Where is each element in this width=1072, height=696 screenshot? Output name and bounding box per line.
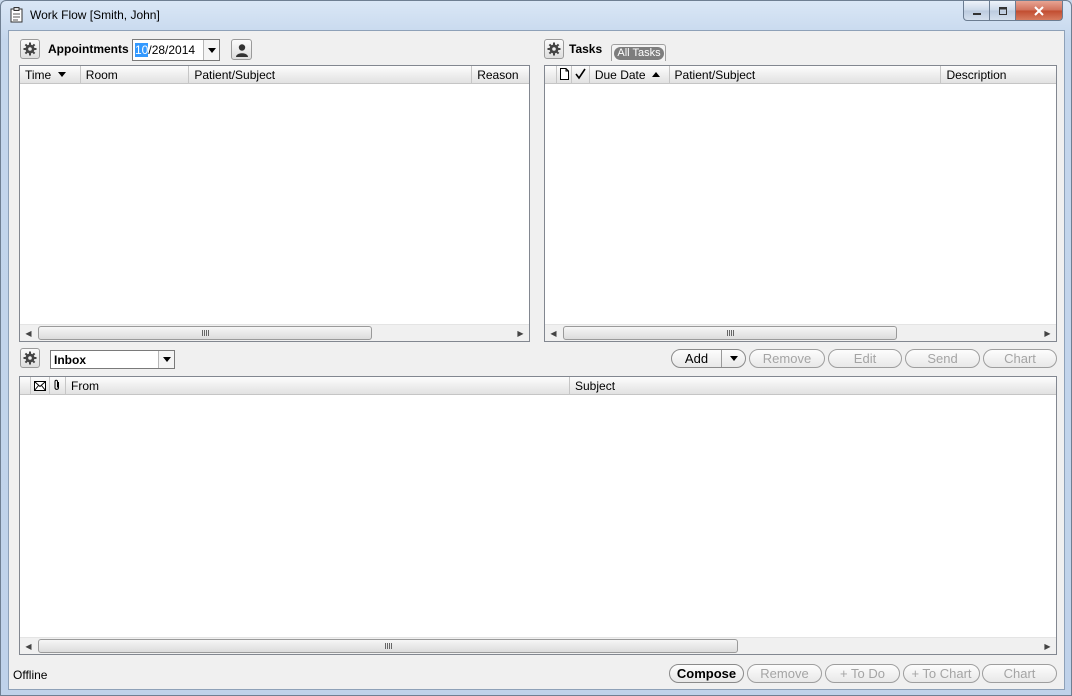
column-header-time[interactable]: Time	[20, 66, 81, 84]
sort-ascending-icon	[651, 72, 660, 77]
tasks-label: Tasks	[569, 42, 603, 56]
column-header-read-status[interactable]	[31, 377, 50, 395]
appointments-header-row: Time Room Patient/Subject Reason	[20, 66, 529, 84]
column-header-patient-subject[interactable]: Patient/Subject	[189, 66, 473, 84]
column-header-completed[interactable]	[572, 66, 590, 84]
close-button[interactable]	[1016, 1, 1063, 21]
minimize-button[interactable]	[963, 1, 990, 21]
date-rest: /28/2014	[148, 43, 196, 57]
date-month-selected: 10	[135, 43, 149, 57]
add-to-do-button[interactable]: + To Do	[825, 664, 900, 683]
chart-task-button[interactable]: Chart	[983, 349, 1057, 368]
scroll-right-icon[interactable]: ▶	[1039, 325, 1056, 341]
messages-table[interactable]: From Subject ◀ ▶	[19, 376, 1057, 655]
checkmark-icon	[575, 68, 586, 80]
scrollbar-thumb[interactable]	[38, 326, 372, 340]
appointment-date-value[interactable]: 10/28/2014	[135, 43, 195, 57]
scroll-left-icon[interactable]: ◀	[545, 325, 562, 341]
close-icon	[1034, 5, 1044, 16]
work-flow-window: Work Flow [Smith, John] Appointments 10/…	[0, 0, 1072, 696]
edit-task-button[interactable]: Edit	[828, 349, 902, 368]
appointments-label: Appointments	[48, 42, 129, 56]
grip-icon	[384, 643, 392, 649]
minimize-icon	[972, 12, 981, 15]
appointments-horizontal-scrollbar[interactable]: ◀ ▶	[20, 324, 529, 341]
envelope-icon	[34, 381, 46, 391]
messages-horizontal-scrollbar[interactable]: ◀ ▶	[20, 637, 1056, 654]
folder-dropdown-button[interactable]	[158, 351, 174, 368]
column-header-description[interactable]: Description	[941, 66, 1056, 84]
tasks-filter-label: All Tasks	[614, 47, 664, 60]
remove-task-button[interactable]: Remove	[749, 349, 825, 368]
client-area: Appointments 10/28/2014 Time Room Patien…	[8, 30, 1065, 690]
scroll-left-icon[interactable]: ◀	[20, 325, 37, 341]
column-header-document[interactable]	[557, 66, 572, 84]
maximize-button[interactable]	[990, 1, 1016, 21]
add-task-button[interactable]: Add	[672, 350, 722, 367]
appointment-date-picker[interactable]: 10/28/2014	[132, 39, 220, 61]
add-task-split-button[interactable]: Add	[671, 349, 746, 368]
messages-settings-button[interactable]	[20, 348, 40, 368]
column-header-patient-subject[interactable]: Patient/Subject	[670, 66, 942, 84]
appointments-table[interactable]: Time Room Patient/Subject Reason ◀ ▶	[19, 65, 530, 342]
restore-icon	[998, 6, 1007, 15]
chevron-down-icon	[729, 356, 738, 361]
tasks-horizontal-scrollbar[interactable]: ◀ ▶	[545, 324, 1056, 341]
title-bar[interactable]: Work Flow [Smith, John]	[1, 1, 1071, 30]
window-title: Work Flow [Smith, John]	[30, 8, 160, 22]
send-task-button[interactable]: Send	[905, 349, 980, 368]
tasks-table[interactable]: Due Date Patient/Subject Description ◀ ▶	[544, 65, 1057, 342]
scroll-right-icon[interactable]: ▶	[1039, 638, 1056, 654]
column-header-subject[interactable]: Subject	[570, 377, 1056, 395]
messages-header-row: From Subject	[20, 377, 1056, 395]
grip-icon	[726, 330, 734, 336]
sort-descending-icon	[58, 72, 66, 77]
column-header-attachment[interactable]	[50, 377, 66, 395]
tasks-header-row: Due Date Patient/Subject Description	[545, 66, 1056, 84]
add-task-options-button[interactable]	[722, 350, 745, 367]
paperclip-icon	[54, 379, 59, 390]
scroll-left-icon[interactable]: ◀	[20, 638, 37, 654]
column-header-spacer	[20, 377, 31, 395]
gear-icon	[23, 42, 37, 56]
add-to-chart-button[interactable]: + To Chart	[903, 664, 980, 683]
column-header-spacer	[545, 66, 557, 84]
connection-status: Offline	[13, 668, 48, 682]
scrollbar-thumb[interactable]	[563, 326, 897, 340]
column-header-room[interactable]: Room	[81, 66, 190, 84]
column-header-due-date[interactable]: Due Date	[590, 66, 670, 84]
document-icon	[559, 68, 569, 80]
clipboard-icon	[10, 7, 23, 23]
date-dropdown-button[interactable]	[203, 40, 219, 60]
column-header-from[interactable]: From	[66, 377, 570, 395]
scrollbar-thumb[interactable]	[38, 639, 738, 653]
compose-button[interactable]: Compose	[669, 664, 744, 683]
appointments-settings-button[interactable]	[20, 39, 40, 59]
chevron-down-icon	[207, 47, 216, 53]
tasks-filter-tab[interactable]: All Tasks	[611, 44, 666, 61]
remove-message-button[interactable]: Remove	[747, 664, 822, 683]
tasks-settings-button[interactable]	[544, 39, 564, 59]
gear-icon	[23, 351, 37, 365]
person-icon	[235, 43, 248, 57]
select-provider-button[interactable]	[231, 39, 252, 60]
grip-icon	[201, 330, 209, 336]
column-header-reason[interactable]: Reason	[472, 66, 529, 84]
scroll-right-icon[interactable]: ▶	[512, 325, 529, 341]
chart-message-button[interactable]: Chart	[982, 664, 1057, 683]
gear-icon	[547, 42, 561, 56]
message-folder-select[interactable]: Inbox	[50, 350, 175, 369]
message-folder-value: Inbox	[54, 353, 86, 367]
chevron-down-icon	[162, 357, 171, 362]
